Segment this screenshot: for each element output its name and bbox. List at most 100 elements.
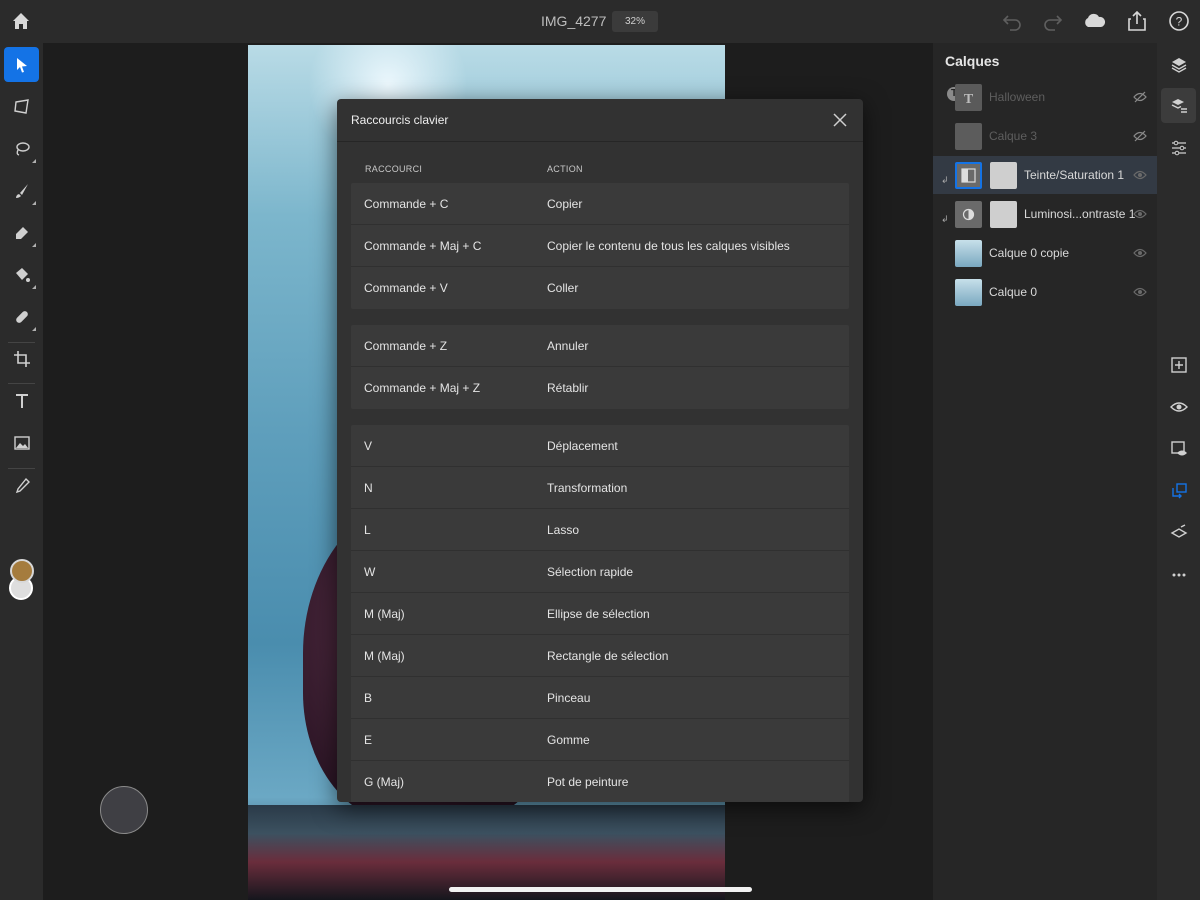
layers-stack-icon <box>1171 57 1186 73</box>
shortcut-group: Commande + Z Annuler Commande + Maj + Z … <box>351 325 849 409</box>
shortcut-action: Annuler <box>547 339 589 353</box>
lasso-icon <box>15 141 30 156</box>
layer-name: Calque 0 copie <box>989 246 1070 260</box>
layer-mask-thumbnail <box>990 162 1017 189</box>
eye-icon[interactable] <box>1133 247 1147 259</box>
shortcut-key: Commande + C <box>364 197 449 211</box>
healing-tool[interactable] <box>4 299 39 334</box>
layer-edit-icon <box>1170 523 1187 538</box>
layer-row[interactable]: Calque 3 <box>933 117 1157 155</box>
share-icon[interactable] <box>1125 10 1149 32</box>
eye-icon[interactable] <box>1133 286 1147 298</box>
right-toolbar <box>1157 43 1200 900</box>
undo-icon[interactable] <box>1000 10 1024 32</box>
paint-bucket-icon <box>15 267 30 282</box>
keyboard-shortcuts-dialog: Raccourcis clavier RACCOURCI ACTION Comm… <box>337 99 863 802</box>
shortcut-row: M (Maj) Ellipse de sélection <box>351 593 849 635</box>
layer-thumbnail <box>955 279 982 306</box>
adjustments-button[interactable] <box>1161 130 1196 165</box>
text-icon <box>15 393 28 408</box>
shortcut-row: M (Maj) Rectangle de sélection <box>351 635 849 677</box>
shortcut-action: Rétablir <box>547 381 589 395</box>
shortcut-action: Rectangle de sélection <box>547 649 669 663</box>
shortcut-action: Copier le contenu de tous les calques vi… <box>547 239 790 253</box>
cloud-icon[interactable] <box>1082 10 1106 32</box>
layer-row[interactable]: Calque 0 <box>933 273 1157 311</box>
lasso-tool[interactable] <box>4 131 39 166</box>
layer-mask-thumbnail <box>990 201 1017 228</box>
shortcut-group: V Déplacement N Transformation L Lasso W… <box>351 425 849 802</box>
eye-hidden-icon[interactable] <box>1133 91 1147 103</box>
shortcut-action: Lasso <box>547 523 580 537</box>
adjustment-thumbnail <box>955 201 982 228</box>
eye-hidden-icon[interactable] <box>1133 130 1147 142</box>
layer-details-button[interactable] <box>1161 88 1196 123</box>
layer-name: Calque 3 <box>989 129 1038 143</box>
shortcut-key: V <box>364 439 373 453</box>
eye-icon[interactable] <box>1133 169 1147 181</box>
shortcut-row: Commande + Z Annuler <box>351 325 849 367</box>
column-header-action: ACTION <box>547 164 583 174</box>
mask-button[interactable] <box>1161 431 1196 466</box>
dialog-header: Raccourcis clavier <box>337 99 863 142</box>
add-layer-button[interactable] <box>1161 347 1196 382</box>
shortcut-row: L Lasso <box>351 509 849 551</box>
layer-name: Luminosi...ontraste 1 <box>1024 207 1136 221</box>
eye-icon <box>1169 401 1188 412</box>
document-title: IMG_4277 <box>541 13 607 29</box>
shortcut-action: Coller <box>547 281 579 295</box>
image-icon <box>13 435 30 450</box>
transform-tool[interactable] <box>4 89 39 124</box>
more-icon <box>1172 573 1185 576</box>
layer-row[interactable]: T T Halloween <box>933 78 1157 116</box>
shortcut-group: Commande + C Copier Commande + Maj + C C… <box>351 183 849 309</box>
touch-shortcut-button[interactable] <box>100 786 148 834</box>
crop-tool[interactable] <box>4 341 39 376</box>
redo-icon[interactable] <box>1041 10 1065 32</box>
shortcut-action: Sélection rapide <box>547 565 634 579</box>
layer-name: Halloween <box>989 90 1046 104</box>
shortcut-row: Commande + C Copier <box>351 183 849 225</box>
shortcut-action: Déplacement <box>547 439 618 453</box>
layers-panel-title: Calques <box>945 53 1000 69</box>
home-icon[interactable] <box>10 10 32 32</box>
eyedropper-tool[interactable] <box>4 468 39 503</box>
zoom-level[interactable]: 32% <box>612 11 658 32</box>
foreground-color-swatch[interactable] <box>10 559 34 583</box>
shortcut-key: N <box>364 481 373 495</box>
shortcut-key: W <box>364 565 376 579</box>
shortcut-row: E Gomme <box>351 719 849 761</box>
home-indicator[interactable] <box>449 887 752 892</box>
mask-eye-icon <box>1170 440 1187 455</box>
shortcut-key: M (Maj) <box>364 607 405 621</box>
brush-tool[interactable] <box>4 173 39 208</box>
eye-icon[interactable] <box>1133 208 1147 220</box>
shortcut-action: Ellipse de sélection <box>547 607 650 621</box>
paint-bucket-tool[interactable] <box>4 257 39 292</box>
shortcut-action: Gomme <box>547 733 590 747</box>
clipping-mask-icon: ↲ <box>941 175 949 185</box>
layer-properties-icon <box>1171 98 1187 113</box>
help-icon[interactable]: ? <box>1167 10 1191 32</box>
text-tool[interactable] <box>4 383 39 418</box>
layer-row-selected[interactable]: ↲ Teinte/Saturation 1 <box>933 156 1157 194</box>
layer-name: Calque 0 <box>989 285 1038 299</box>
place-image-tool[interactable] <box>4 425 39 460</box>
top-bar: IMG_4277 32% ? <box>0 0 1200 43</box>
shortcut-action: Pot de peinture <box>547 775 629 789</box>
svg-text:T: T <box>964 92 974 107</box>
transform-icon <box>13 98 29 114</box>
layer-row[interactable]: ↲ Luminosi...ontraste 1 <box>933 195 1157 233</box>
sliders-icon <box>1171 140 1186 155</box>
visibility-button[interactable] <box>1161 389 1196 424</box>
layers-stack-button[interactable] <box>1161 47 1196 82</box>
move-tool[interactable] <box>4 47 39 82</box>
more-options-button[interactable] <box>1161 557 1196 592</box>
eraser-tool[interactable] <box>4 215 39 250</box>
layer-properties-button[interactable] <box>1161 515 1196 550</box>
shortcut-key: Commande + V <box>364 281 448 295</box>
clipping-mask-button[interactable] <box>1161 473 1196 508</box>
layer-row[interactable]: Calque 0 copie <box>933 234 1157 272</box>
close-icon[interactable] <box>831 111 849 129</box>
shortcut-action: Copier <box>547 197 583 211</box>
